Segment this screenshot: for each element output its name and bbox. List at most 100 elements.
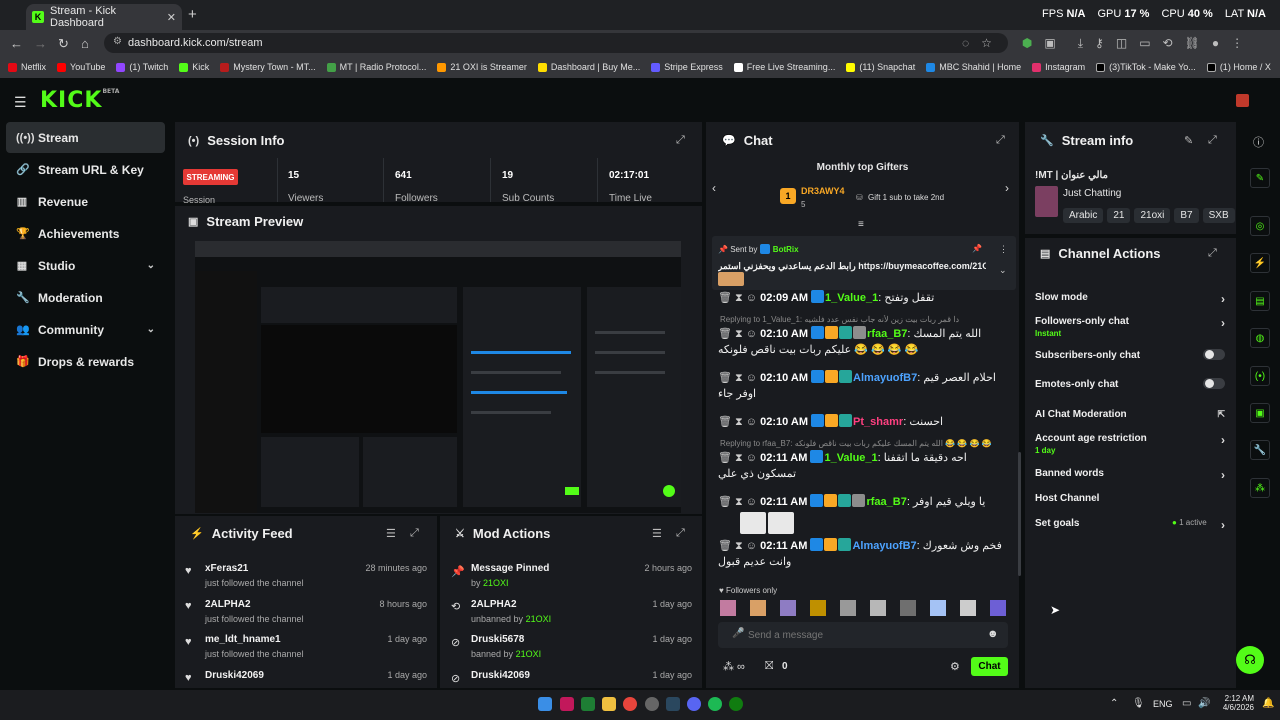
expand-icon[interactable]: ⤢ bbox=[996, 134, 1005, 147]
chat-message-input[interactable] bbox=[748, 626, 978, 644]
tray-chevron-icon[interactable]: ⌃ bbox=[1110, 698, 1118, 709]
bookmark[interactable]: 21 OXI is Streamer bbox=[437, 62, 527, 72]
stream-preview-video[interactable] bbox=[195, 241, 681, 513]
lightning-icon[interactable]: ⚡ bbox=[1250, 253, 1270, 273]
expand-icon[interactable]: ⤢ bbox=[1208, 247, 1217, 260]
microphone-icon[interactable]: 🎤 bbox=[732, 628, 744, 639]
edit-icon[interactable]: ✎ bbox=[1184, 134, 1193, 147]
expand-icon[interactable]: ⤢ bbox=[1208, 134, 1217, 147]
language-indicator[interactable]: ENG bbox=[1153, 699, 1173, 709]
info-icon[interactable]: ⓘ bbox=[1253, 134, 1264, 150]
app-icon[interactable] bbox=[560, 697, 574, 711]
avatar[interactable] bbox=[780, 600, 796, 616]
top-gifter-name[interactable]: DR3AWY4 bbox=[801, 186, 845, 196]
mod-action-by[interactable]: 21OXI bbox=[483, 578, 509, 588]
back-icon[interactable]: ← bbox=[10, 36, 23, 51]
gift-box-icon[interactable]: ⛝ bbox=[765, 660, 773, 673]
category-thumbnail[interactable] bbox=[1035, 186, 1058, 217]
sidebar-item-revenue[interactable]: ▥ Revenue bbox=[6, 186, 165, 217]
emoji-icon[interactable]: ☻ bbox=[987, 628, 999, 640]
mod-action-by[interactable]: 21OXI bbox=[516, 649, 542, 659]
eye-off-icon[interactable]: ◌ bbox=[962, 36, 969, 51]
puzzle-icon[interactable]: ▣ bbox=[1044, 36, 1055, 51]
bookmark[interactable]: Dashboard | Buy Me... bbox=[537, 62, 640, 72]
more-options-icon[interactable]: ⋮ bbox=[999, 244, 1008, 255]
message-user[interactable]: rfaa_B7 bbox=[866, 496, 906, 508]
followers-only-action[interactable]: Followers-only chat Instant › bbox=[1035, 316, 1225, 338]
bookmark[interactable]: YouTube bbox=[57, 62, 105, 72]
document-icon[interactable]: ▤ bbox=[1250, 291, 1270, 311]
chrome-icon[interactable] bbox=[623, 697, 637, 711]
message-user[interactable]: AlmayuofB7 bbox=[853, 372, 917, 384]
filter-icon[interactable]: ☰ bbox=[386, 527, 396, 540]
folder-icon[interactable] bbox=[602, 697, 616, 711]
sidebar-item-studio[interactable]: ▦ Studio ⌄ bbox=[6, 250, 165, 281]
excel-icon[interactable] bbox=[581, 697, 595, 711]
banned-words-action[interactable]: Banned words › bbox=[1035, 468, 1225, 482]
expand-icon[interactable]: ⤢ bbox=[676, 527, 685, 540]
card-icon[interactable]: ▭ bbox=[1139, 36, 1150, 51]
url-field[interactable]: dashboard.kick.com/stream bbox=[104, 33, 1008, 53]
bookmark[interactable]: (11) Snapchat bbox=[846, 62, 915, 72]
steam-icon[interactable] bbox=[666, 697, 680, 711]
xbox-icon[interactable] bbox=[729, 697, 743, 711]
stream-category[interactable]: Just Chatting bbox=[1063, 188, 1121, 199]
bookmark[interactable]: (1) Twitch bbox=[116, 62, 168, 72]
avatar[interactable] bbox=[720, 600, 736, 616]
bookmark[interactable]: Netflix bbox=[8, 62, 46, 72]
bookmark[interactable]: (3)TikTok - Make Yo... bbox=[1096, 62, 1196, 72]
account-age-action[interactable]: Account age restriction 1 day › bbox=[1035, 433, 1225, 455]
kick-logo[interactable]: KICKBETA bbox=[40, 88, 119, 113]
bookmark[interactable]: Mystery Town - MT... bbox=[220, 62, 316, 72]
unpin-icon[interactable]: 📌 bbox=[972, 244, 982, 253]
network-icon[interactable]: ▭ bbox=[1182, 698, 1191, 709]
new-tab-icon[interactable]: + bbox=[188, 6, 197, 23]
avatar[interactable] bbox=[870, 600, 886, 616]
wrench-icon[interactable]: 🔧 bbox=[1250, 440, 1270, 460]
bookmark[interactable]: Instagram bbox=[1032, 62, 1085, 72]
host-channel-action[interactable]: Host Channel bbox=[1035, 493, 1225, 504]
avatar[interactable] bbox=[750, 600, 766, 616]
bookmark[interactable]: Stripe Express bbox=[651, 62, 723, 72]
menu-dots-icon[interactable]: ⋮ bbox=[1231, 36, 1243, 51]
history-icon[interactable]: ⟲ bbox=[1163, 36, 1173, 51]
bookmark[interactable]: MBC Shahid | Home bbox=[926, 62, 1021, 72]
message-user[interactable]: AlmayuofB7 bbox=[852, 540, 916, 552]
bookmark[interactable]: Kick bbox=[179, 62, 209, 72]
avatar[interactable] bbox=[840, 600, 856, 616]
collapse-icon[interactable]: ≡ bbox=[858, 219, 864, 230]
forward-icon[interactable]: → bbox=[34, 36, 47, 51]
profile-icon[interactable]: ● bbox=[1212, 36, 1219, 51]
obs-icon[interactable] bbox=[645, 697, 659, 711]
sidebar-item-achievements[interactable]: 🏆 Achievements bbox=[6, 218, 165, 249]
support-icon[interactable]: ☊ bbox=[1236, 646, 1264, 674]
browser-tab[interactable]: K Stream - Kick Dashboard ✕ bbox=[26, 4, 182, 30]
emotes-only-toggle[interactable] bbox=[1203, 378, 1225, 389]
avatar[interactable] bbox=[900, 600, 916, 616]
sidebar-item-stream-url[interactable]: 🔗 Stream URL & Key bbox=[6, 154, 165, 185]
sidebar-item-drops[interactable]: 🎁 Drops & rewards bbox=[6, 346, 165, 377]
chevron-right-icon[interactable]: › bbox=[1005, 181, 1009, 195]
broadcast-icon[interactable]: (•) bbox=[1250, 366, 1270, 386]
close-tab-icon[interactable]: ✕ bbox=[167, 11, 176, 24]
avatar[interactable] bbox=[930, 600, 946, 616]
gift-prompt[interactable]: Gift 1 sub to take 2nd bbox=[868, 193, 944, 202]
expand-icon[interactable]: ⤢ bbox=[676, 134, 685, 147]
chevron-down-icon[interactable]: ⌄ bbox=[999, 265, 1007, 276]
send-chat-button[interactable]: Chat bbox=[971, 657, 1008, 676]
menu-icon[interactable]: ☰ bbox=[14, 94, 27, 111]
sparkle-icon[interactable]: ⁂ bbox=[1250, 478, 1270, 498]
site-info-icon[interactable]: ⚙ bbox=[113, 36, 122, 47]
shield-icon[interactable]: ⬢ bbox=[1022, 36, 1032, 51]
sidebar-item-moderation[interactable]: 🔧 Moderation bbox=[6, 282, 165, 313]
link-icon[interactable]: ⛓ bbox=[1185, 36, 1200, 51]
set-goals-action[interactable]: Set goals ● 1 active › bbox=[1035, 518, 1225, 532]
microphone-icon[interactable]: 🎙 bbox=[1132, 698, 1145, 709]
discord-icon[interactable] bbox=[687, 697, 701, 711]
camera-icon[interactable]: ◎ bbox=[1250, 216, 1270, 236]
message-user[interactable]: 1_Value_1 bbox=[825, 292, 878, 304]
avatar[interactable] bbox=[810, 600, 826, 616]
windows-start-icon[interactable] bbox=[538, 697, 552, 711]
bookmark[interactable]: Free Live Streaming... bbox=[733, 62, 835, 72]
translate-icon[interactable]: ◫ bbox=[1116, 36, 1127, 51]
